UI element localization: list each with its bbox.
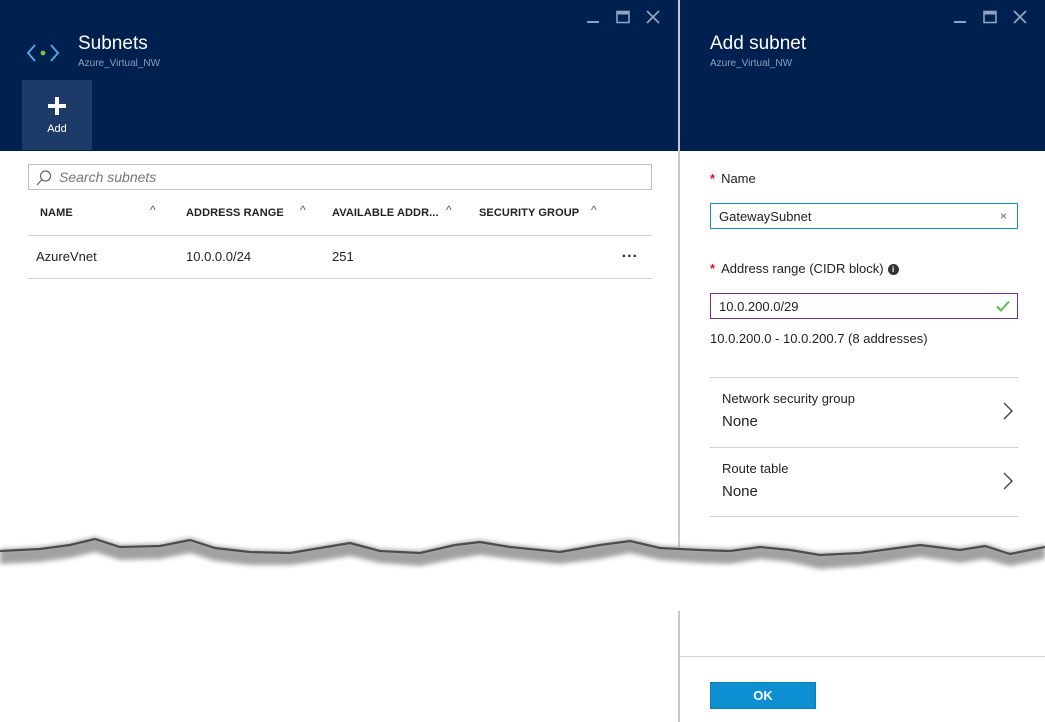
blade-title: Add subnet [710,33,807,54]
window-controls [945,6,1035,28]
subnets-blade-header: Subnets Azure_Virtual_NW Add [0,0,678,151]
picker-value: None [722,483,758,500]
close-icon[interactable] [638,6,668,28]
add-subnet-button[interactable]: Add [22,80,92,150]
column-address-range[interactable]: ADDRESS RANGE [186,207,284,219]
sort-icon[interactable]: ^ [591,203,597,217]
add-label: Add [47,123,67,135]
maximize-icon[interactable] [608,6,638,28]
search-icon [36,170,52,186]
table-row[interactable]: AzureVnet 10.0.0.0/24 251 ... [28,236,652,279]
window-controls [578,6,668,28]
subnets-grid: NAME ^ ADDRESS RANGE ^ AVAILABLE ADDR...… [28,196,652,279]
blade-title: Subnets [78,33,148,54]
footer-divider [680,656,1045,657]
route-table-picker[interactable]: Route table None [710,447,1018,517]
column-security-group[interactable]: SECURITY GROUP [479,207,579,219]
add-subnet-header: Add subnet Azure_Virtual_NW [680,0,1045,151]
name-input[interactable] [719,206,989,226]
grid-header: NAME ^ ADDRESS RANGE ^ AVAILABLE ADDR...… [28,196,652,236]
blade-subtitle: Azure_Virtual_NW [710,58,793,69]
checkmark-icon [996,300,1010,312]
picker-label: Network security group [722,391,855,406]
address-range-label: * Address range (CIDR block) i [710,261,899,276]
picker-value: None [722,413,758,430]
address-range-label-text: Address range (CIDR block) [721,261,884,276]
chevron-right-icon [1003,472,1013,490]
add-subnet-blade: Add subnet Azure_Virtual_NW * Name × * Add… [680,0,1045,722]
clear-icon[interactable]: × [1000,209,1007,223]
address-range-hint: 10.0.200.0 - 10.0.200.7 (8 addresses) [710,331,928,346]
ok-button[interactable]: OK [710,682,816,709]
column-available-addresses[interactable]: AVAILABLE ADDR... [332,207,439,219]
picker-divider [710,516,1018,517]
network-security-group-picker[interactable]: Network security group None [710,377,1018,447]
more-icon[interactable]: ... [622,244,638,262]
required-marker: * [710,261,716,276]
column-name[interactable]: NAME [40,207,73,219]
blade-subtitle: Azure_Virtual_NW [78,58,161,69]
minimize-icon[interactable] [945,6,975,28]
search-input[interactable] [59,166,639,188]
minimize-icon[interactable] [578,6,608,28]
name-label-text: Name [721,171,756,186]
close-icon[interactable] [1005,6,1035,28]
search-subnets[interactable] [28,164,652,190]
name-field[interactable]: × [710,203,1018,229]
chevron-right-icon [1003,402,1013,420]
address-range-input[interactable] [719,296,989,316]
sort-icon[interactable]: ^ [446,203,452,217]
info-icon[interactable]: i [887,264,899,275]
subnets-blade: Subnets Azure_Virtual_NW Add NAME ^ ADDR… [0,0,678,722]
vnet-icon [26,44,60,62]
picker-label: Route table [722,461,789,476]
sort-icon[interactable]: ^ [300,203,306,217]
required-marker: * [710,171,716,186]
subnet-address-range: 10.0.0.0/24 [186,249,252,264]
subnet-available: 251 [332,249,354,264]
subnet-name: AzureVnet [36,249,97,264]
blade-divider-lower [678,612,680,722]
maximize-icon[interactable] [975,6,1005,28]
address-range-field[interactable] [710,293,1018,319]
name-label: * Name [710,171,756,186]
plus-icon [48,95,66,117]
sort-icon[interactable]: ^ [150,203,156,217]
